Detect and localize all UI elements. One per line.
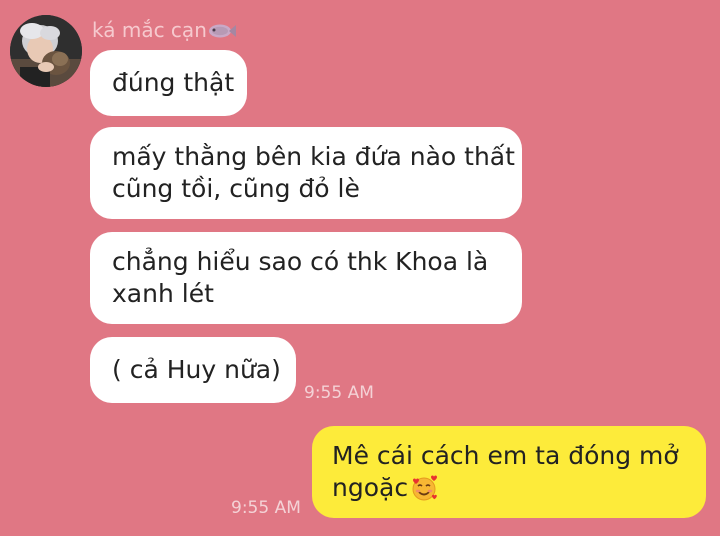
fish-icon [208,18,236,46]
sent-message[interactable]: Mê cái cách em ta đóng mở ngoặc [312,426,706,518]
contact-name: ká mắc cạn [92,16,236,46]
message-timestamp: 9:55 AM [304,383,374,403]
received-message[interactable]: mấy thằng bên kia đứa nào thất cũng tồi,… [90,127,522,219]
message-text: đúng thật [112,68,235,97]
message-text: Mê cái cách em ta đóng mở [332,441,679,470]
avatar-image [10,15,82,87]
smiling-face-with-hearts-icon [410,474,438,510]
message-text: xanh lét [112,279,214,308]
contact-avatar[interactable] [10,15,82,87]
received-message[interactable]: chẳng hiểu sao có thk Khoa là xanh lét [90,232,522,324]
message-text: ( cả Huy nữa) [112,355,281,384]
chat-view: ká mắc cạn đúng thật mấy thằng bên kia đ… [0,0,720,536]
contact-name-text: ká mắc cạn [92,18,207,42]
message-text: mấy thằng bên kia đứa nào thất [112,142,515,171]
received-message[interactable]: đúng thật [90,50,247,116]
message-timestamp: 9:55 AM [231,498,301,518]
message-text: ngoặc [332,473,409,502]
message-text: chẳng hiểu sao có thk Khoa là [112,247,489,276]
message-text: cũng tồi, cũng đỏ lè [112,174,360,203]
received-message[interactable]: ( cả Huy nữa) [90,337,296,403]
